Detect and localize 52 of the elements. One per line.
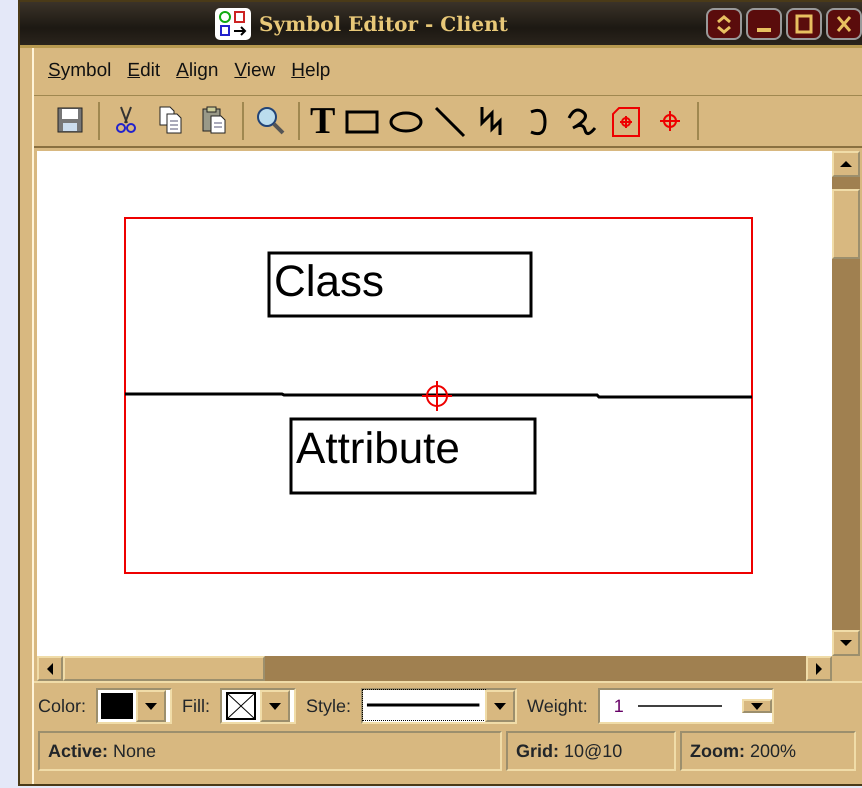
caret-icon [144,701,158,711]
property-label: Style: [306,694,352,718]
property-label: Color: [38,694,86,718]
arrow-icon [816,662,822,674]
menu-item[interactable]: Help [291,57,330,86]
scroll-down-button[interactable] [832,630,860,656]
drawing-canvas[interactable]: Class Attribute [37,151,832,656]
fill-picker[interactable] [220,688,296,724]
line-icon [433,104,468,138]
close-button[interactable] [826,8,862,40]
color-picker[interactable] [96,688,172,724]
scrollbar-thumb[interactable] [832,189,860,259]
weight-value: 1 [612,694,625,718]
status-text: Grid: 10@10 [516,740,622,762]
line-tool[interactable] [433,104,468,138]
scroll-right-button[interactable] [806,656,832,681]
minimize-icon [757,28,771,32]
menu-item[interactable]: Align [176,57,218,86]
dropdown-button[interactable] [136,690,166,722]
restore-button[interactable] [706,8,742,40]
dropdown-button[interactable] [260,690,290,722]
app-icon[interactable] [215,8,251,40]
window-title: Symbol Editor - Client [259,10,508,38]
line-weight-dropdown[interactable]: 1 [598,688,774,724]
horizontal-scrollbar[interactable] [37,656,832,681]
caret-icon [268,701,282,711]
arrow-icon [840,161,852,167]
compartment-label: Attribute [296,424,460,473]
dropdown-button[interactable] [742,699,772,713]
maximize-button[interactable] [786,8,822,40]
minimize-button[interactable] [746,8,782,40]
caret-icon [493,701,508,711]
text-tool[interactable]: T [310,104,336,138]
arrow-icon [840,640,852,646]
caret-icon [750,701,764,711]
scroll-left-button[interactable] [37,656,63,681]
scrollbar-thumb[interactable] [63,656,265,681]
property-label: Weight: [527,694,588,718]
menu-item[interactable]: View [234,57,276,86]
property-label: Fill: [182,694,210,718]
dropdown-button[interactable] [485,690,516,722]
crosshair-icon [421,380,453,412]
line-style-dropdown[interactable] [361,688,518,724]
status-text: Active: None [48,740,156,762]
menu-item[interactable]: Edit [127,57,160,86]
arrow-icon [47,662,53,674]
compartment-label: Class [274,257,384,306]
scroll-up-button[interactable] [832,151,860,177]
no-fill-icon [225,691,258,721]
status-text: Zoom: 200% [690,740,796,762]
vertical-scrollbar[interactable] [832,151,860,656]
menu-item[interactable]: Symbol [48,57,112,86]
